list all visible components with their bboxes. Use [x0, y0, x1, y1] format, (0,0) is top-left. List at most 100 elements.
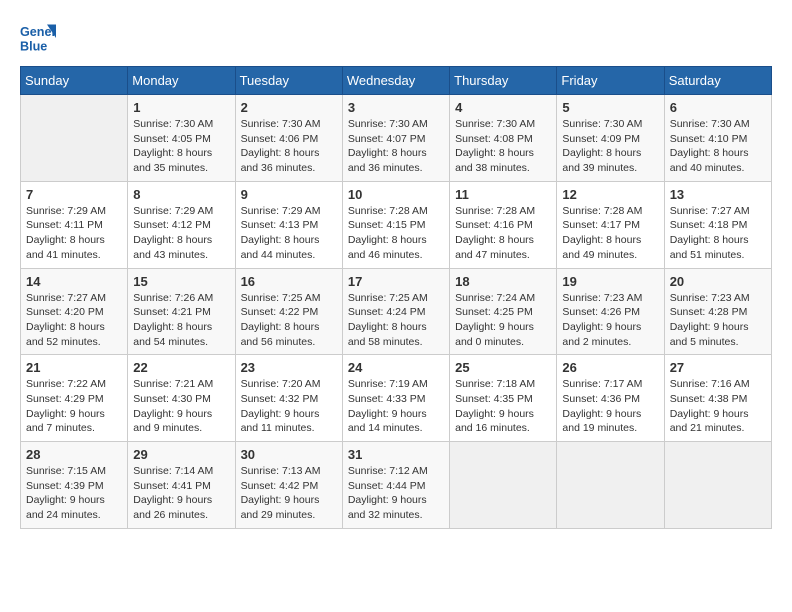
day-number: 27 — [670, 360, 766, 375]
calendar-cell: 31Sunrise: 7:12 AMSunset: 4:44 PMDayligh… — [342, 442, 449, 529]
calendar-cell: 8 Sunrise: 7:29 AMSunset: 4:12 PMDaylight… — [128, 181, 235, 268]
calendar-cell — [450, 442, 557, 529]
header: General Blue — [20, 20, 772, 56]
day-info: Sunrise: 7:19 AMSunset: 4:33 PMDaylight:… — [348, 377, 444, 436]
day-number: 25 — [455, 360, 551, 375]
calendar-cell: 26Sunrise: 7:17 AMSunset: 4:36 PMDayligh… — [557, 355, 664, 442]
calendar-cell — [557, 442, 664, 529]
logo-icon: General Blue — [20, 20, 56, 56]
day-number: 1 — [133, 100, 229, 115]
day-info: Sunrise: 7:28 AMSunset: 4:16 PMDaylight:… — [455, 204, 551, 263]
day-number: 9 — [241, 187, 337, 202]
calendar-cell: 1 Sunrise: 7:30 AMSunset: 4:05 PMDaylight… — [128, 95, 235, 182]
day-info: Sunrise: 7:29 AMSunset: 4:11 PMDaylight:… — [26, 204, 122, 263]
calendar-header-tuesday: Tuesday — [235, 67, 342, 95]
day-info: Sunrise: 7:30 AMSunset: 4:07 PMDaylight:… — [348, 117, 444, 176]
day-info: Sunrise: 7:24 AMSunset: 4:25 PMDaylight:… — [455, 291, 551, 350]
calendar-week-row: 7 Sunrise: 7:29 AMSunset: 4:11 PMDaylight… — [21, 181, 772, 268]
day-info: Sunrise: 7:30 AMSunset: 4:10 PMDaylight:… — [670, 117, 766, 176]
day-number: 23 — [241, 360, 337, 375]
day-number: 12 — [562, 187, 658, 202]
day-info: Sunrise: 7:15 AMSunset: 4:39 PMDaylight:… — [26, 464, 122, 523]
calendar-week-row: 14Sunrise: 7:27 AMSunset: 4:20 PMDayligh… — [21, 268, 772, 355]
day-number: 6 — [670, 100, 766, 115]
calendar-cell: 13 Sunrise: 7:27 AMSunset: 4:18 PMDayligh… — [664, 181, 771, 268]
day-info: Sunrise: 7:27 AMSunset: 4:18 PMDaylight:… — [670, 204, 766, 263]
day-number: 16 — [241, 274, 337, 289]
day-number: 19 — [562, 274, 658, 289]
day-info: Sunrise: 7:28 AMSunset: 4:15 PMDaylight:… — [348, 204, 444, 263]
day-info: Sunrise: 7:22 AMSunset: 4:29 PMDaylight:… — [26, 377, 122, 436]
day-info: Sunrise: 7:29 AMSunset: 4:12 PMDaylight:… — [133, 204, 229, 263]
day-info: Sunrise: 7:21 AMSunset: 4:30 PMDaylight:… — [133, 377, 229, 436]
calendar-cell: 20 Sunrise: 7:23 AMSunset: 4:28 PMDayligh… — [664, 268, 771, 355]
calendar-cell: 19 Sunrise: 7:23 AMSunset: 4:26 PMDayligh… — [557, 268, 664, 355]
day-info: Sunrise: 7:30 AMSunset: 4:06 PMDaylight:… — [241, 117, 337, 176]
calendar-cell: 25 Sunrise: 7:18 AMSunset: 4:35 PMDayligh… — [450, 355, 557, 442]
calendar-cell: 3 Sunrise: 7:30 AMSunset: 4:07 PMDaylight… — [342, 95, 449, 182]
calendar-cell: 10 Sunrise: 7:28 AMSunset: 4:15 PMDayligh… — [342, 181, 449, 268]
calendar-cell: 27 Sunrise: 7:16 AMSunset: 4:38 PMDayligh… — [664, 355, 771, 442]
day-number: 22 — [133, 360, 229, 375]
calendar-cell: 12 Sunrise: 7:28 AMSunset: 4:17 PMDayligh… — [557, 181, 664, 268]
calendar: SundayMondayTuesdayWednesdayThursdayFrid… — [20, 66, 772, 529]
calendar-cell — [664, 442, 771, 529]
day-info: Sunrise: 7:26 AMSunset: 4:21 PMDaylight:… — [133, 291, 229, 350]
day-number: 20 — [670, 274, 766, 289]
day-info: Sunrise: 7:16 AMSunset: 4:38 PMDaylight:… — [670, 377, 766, 436]
day-info: Sunrise: 7:25 AMSunset: 4:22 PMDaylight:… — [241, 291, 337, 350]
calendar-header-row: SundayMondayTuesdayWednesdayThursdayFrid… — [21, 67, 772, 95]
calendar-week-row: 21 Sunrise: 7:22 AMSunset: 4:29 PMDayligh… — [21, 355, 772, 442]
day-number: 24 — [348, 360, 444, 375]
day-info: Sunrise: 7:18 AMSunset: 4:35 PMDaylight:… — [455, 377, 551, 436]
day-number: 11 — [455, 187, 551, 202]
day-number: 5 — [562, 100, 658, 115]
calendar-header-friday: Friday — [557, 67, 664, 95]
day-info: Sunrise: 7:20 AMSunset: 4:32 PMDaylight:… — [241, 377, 337, 436]
day-info: Sunrise: 7:25 AMSunset: 4:24 PMDaylight:… — [348, 291, 444, 350]
calendar-cell: 6 Sunrise: 7:30 AMSunset: 4:10 PMDaylight… — [664, 95, 771, 182]
day-number: 21 — [26, 360, 122, 375]
day-number: 3 — [348, 100, 444, 115]
calendar-cell: 28 Sunrise: 7:15 AMSunset: 4:39 PMDayligh… — [21, 442, 128, 529]
calendar-header-wednesday: Wednesday — [342, 67, 449, 95]
day-info: Sunrise: 7:23 AMSunset: 4:28 PMDaylight:… — [670, 291, 766, 350]
day-info: Sunrise: 7:30 AMSunset: 4:05 PMDaylight:… — [133, 117, 229, 176]
day-info: Sunrise: 7:28 AMSunset: 4:17 PMDaylight:… — [562, 204, 658, 263]
calendar-week-row: 28 Sunrise: 7:15 AMSunset: 4:39 PMDayligh… — [21, 442, 772, 529]
calendar-header-sunday: Sunday — [21, 67, 128, 95]
calendar-cell: 9Sunrise: 7:29 AMSunset: 4:13 PMDaylight… — [235, 181, 342, 268]
calendar-cell: 23 Sunrise: 7:20 AMSunset: 4:32 PMDayligh… — [235, 355, 342, 442]
calendar-week-row: 1 Sunrise: 7:30 AMSunset: 4:05 PMDaylight… — [21, 95, 772, 182]
day-number: 29 — [133, 447, 229, 462]
day-info: Sunrise: 7:27 AMSunset: 4:20 PMDaylight:… — [26, 291, 122, 350]
logo: General Blue — [20, 20, 60, 56]
calendar-cell: 15Sunrise: 7:26 AMSunset: 4:21 PMDayligh… — [128, 268, 235, 355]
day-number: 4 — [455, 100, 551, 115]
calendar-cell: 2 Sunrise: 7:30 AMSunset: 4:06 PMDaylight… — [235, 95, 342, 182]
calendar-cell: 29Sunrise: 7:14 AMSunset: 4:41 PMDayligh… — [128, 442, 235, 529]
day-number: 31 — [348, 447, 444, 462]
day-info: Sunrise: 7:23 AMSunset: 4:26 PMDaylight:… — [562, 291, 658, 350]
calendar-cell: 22 Sunrise: 7:21 AMSunset: 4:30 PMDayligh… — [128, 355, 235, 442]
calendar-cell: 18Sunrise: 7:24 AMSunset: 4:25 PMDayligh… — [450, 268, 557, 355]
day-number: 2 — [241, 100, 337, 115]
day-number: 26 — [562, 360, 658, 375]
day-number: 28 — [26, 447, 122, 462]
calendar-header-monday: Monday — [128, 67, 235, 95]
day-info: Sunrise: 7:13 AMSunset: 4:42 PMDaylight:… — [241, 464, 337, 523]
day-number: 7 — [26, 187, 122, 202]
day-number: 13 — [670, 187, 766, 202]
svg-text:Blue: Blue — [20, 40, 47, 54]
day-info: Sunrise: 7:30 AMSunset: 4:08 PMDaylight:… — [455, 117, 551, 176]
calendar-cell: 7 Sunrise: 7:29 AMSunset: 4:11 PMDaylight… — [21, 181, 128, 268]
day-number: 8 — [133, 187, 229, 202]
calendar-cell: 17Sunrise: 7:25 AMSunset: 4:24 PMDayligh… — [342, 268, 449, 355]
calendar-header-saturday: Saturday — [664, 67, 771, 95]
calendar-cell: 16 Sunrise: 7:25 AMSunset: 4:22 PMDayligh… — [235, 268, 342, 355]
day-number: 10 — [348, 187, 444, 202]
calendar-cell: 5 Sunrise: 7:30 AMSunset: 4:09 PMDaylight… — [557, 95, 664, 182]
day-info: Sunrise: 7:30 AMSunset: 4:09 PMDaylight:… — [562, 117, 658, 176]
calendar-cell: 11 Sunrise: 7:28 AMSunset: 4:16 PMDayligh… — [450, 181, 557, 268]
calendar-cell: 4 Sunrise: 7:30 AMSunset: 4:08 PMDaylight… — [450, 95, 557, 182]
